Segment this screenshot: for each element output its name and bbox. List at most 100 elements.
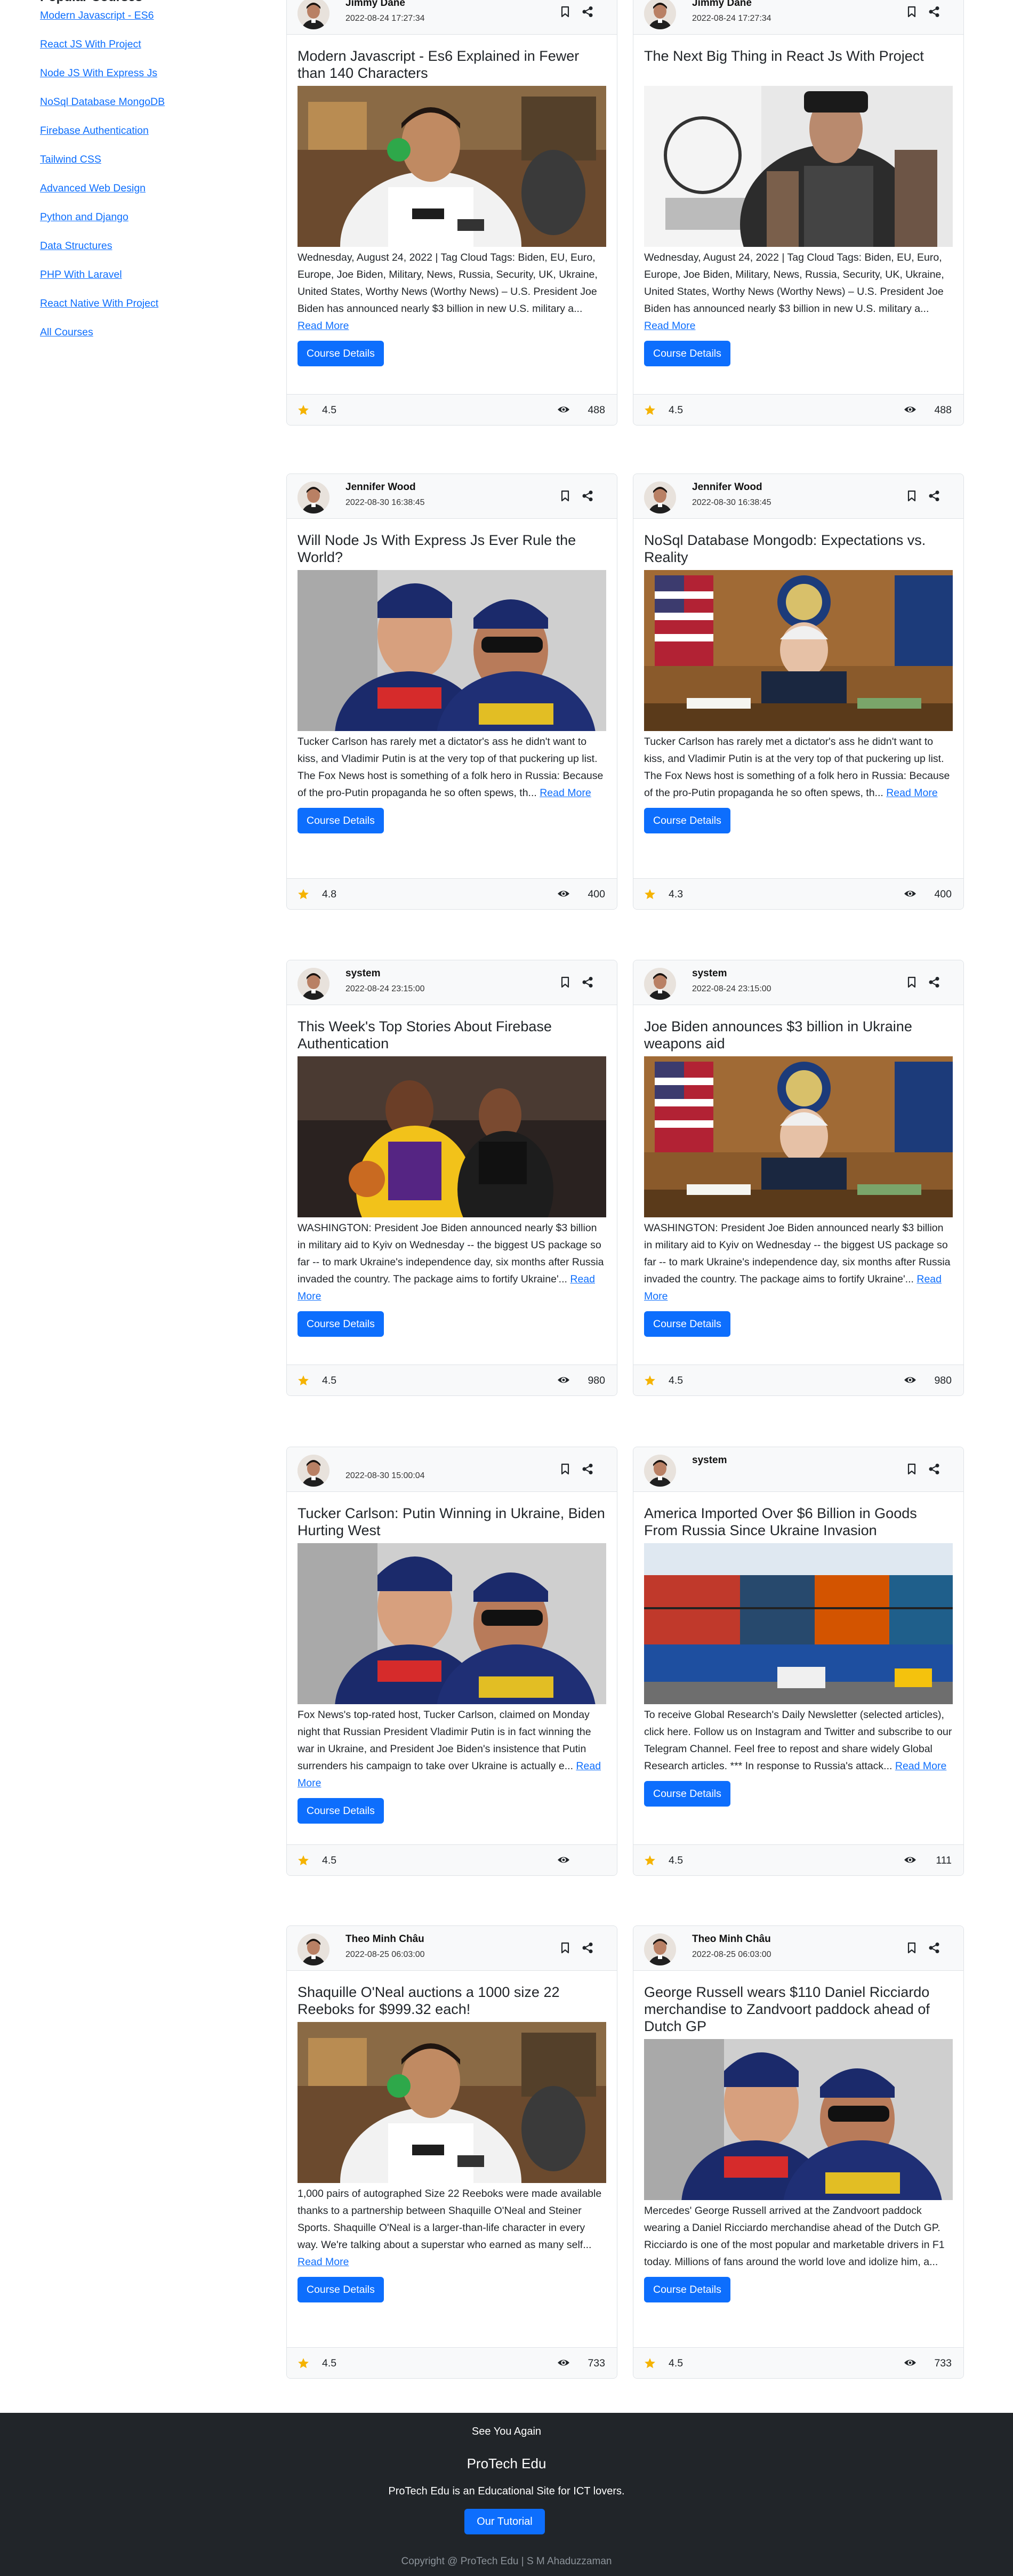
footer-copyright: Copyright @ ProTech Edu | S M Ahaduzzama… (401, 2556, 612, 2567)
read-more-link[interactable]: Read More (540, 787, 591, 799)
sidebar-link-advanced-web-design[interactable]: Advanced Web Design (40, 179, 253, 208)
sidebar-link-modern-javascript[interactable]: Modern Javascript - ES6 (40, 6, 253, 35)
card-image (644, 86, 953, 247)
card-image (298, 1543, 606, 1704)
bookmark-icon[interactable] (903, 487, 921, 505)
author-avatar (298, 1933, 329, 1965)
course-details-button[interactable]: Course Details (644, 1781, 730, 1807)
post-date: 2022-08-30 15:00:04 (345, 1471, 425, 1480)
bookmark-icon[interactable] (556, 3, 574, 21)
share-icon[interactable] (925, 3, 943, 21)
course-details-button[interactable]: Course Details (298, 2277, 384, 2302)
sidebar-link-node-js[interactable]: Node JS With Express Js (40, 64, 253, 93)
sidebar-link-tailwind-css[interactable]: Tailwind CSS (40, 150, 253, 179)
course-card: 2022-08-30 15:00:04 Tucker Carlson: Puti… (286, 1447, 617, 1876)
excerpt-text: WASHINGTON: President Joe Biden announce… (298, 1222, 604, 1285)
author-name: Theo Minh Châu (345, 1933, 424, 1945)
read-more-link[interactable]: Read More (298, 2256, 349, 2268)
author-name: Jennifer Wood (692, 482, 762, 493)
bookmark-icon[interactable] (903, 1939, 921, 1957)
course-card: system 2022-08-24 23:15:00 Joe Biden ann… (633, 960, 964, 1396)
author-avatar (644, 1933, 676, 1965)
card-body: NoSql Database Mongodb: Expectations vs.… (633, 532, 963, 833)
bookmark-icon[interactable] (556, 1460, 574, 1478)
bookmark-icon[interactable] (903, 3, 921, 21)
read-more-link[interactable]: Read More (886, 787, 937, 799)
author-avatar (298, 482, 329, 513)
star-icon (644, 404, 656, 419)
rating-value: 4.5 (669, 2357, 684, 2369)
card-excerpt: Mercedes' George Russell arrived at the … (644, 2202, 953, 2270)
share-icon[interactable] (578, 487, 597, 505)
card-header: 2022-08-30 15:00:04 (287, 1447, 617, 1492)
card-image (298, 2022, 606, 2183)
card-footer: 4.5 488 (633, 394, 963, 425)
post-date: 2022-08-24 23:15:00 (345, 984, 425, 993)
card-header: Jimmy Dane 2022-08-24 17:27:34 (287, 0, 617, 35)
sidebar-link-python-django[interactable]: Python and Django (40, 208, 253, 237)
course-card: system 2022-08-24 23:15:00 This Week's T… (286, 960, 617, 1396)
sidebar-link-firebase-auth[interactable]: Firebase Authentication (40, 122, 253, 150)
card-title: Joe Biden announces $3 billion in Ukrain… (644, 1018, 912, 1052)
share-icon[interactable] (925, 1939, 943, 1957)
rating-value: 4.3 (669, 888, 684, 900)
share-icon[interactable] (578, 973, 597, 991)
author-avatar (298, 1455, 329, 1487)
view-count: 400 (934, 888, 952, 900)
eye-icon (904, 1375, 916, 1388)
course-details-button[interactable]: Course Details (298, 341, 384, 366)
sidebar-link-nosql-mongodb[interactable]: NoSql Database MongoDB (40, 93, 253, 122)
view-count: 980 (934, 1375, 952, 1386)
course-card: Jimmy Dane 2022-08-24 17:27:34 The Next … (633, 0, 964, 426)
card-title: Shaquille O'Neal auctions a 1000 size 22… (298, 1984, 560, 2017)
share-icon[interactable] (578, 1939, 597, 1957)
sidebar-link-data-structures[interactable]: Data Structures (40, 237, 253, 266)
course-card: Jennifer Wood 2022-08-30 16:38:45 NoSql … (633, 474, 964, 910)
bookmark-icon[interactable] (556, 487, 574, 505)
author-avatar (298, 0, 329, 29)
our-tutorial-button[interactable]: Our Tutorial (464, 2509, 545, 2534)
card-excerpt: WASHINGTON: President Joe Biden announce… (298, 1219, 606, 1305)
course-details-button[interactable]: Course Details (644, 2277, 730, 2302)
share-icon[interactable] (925, 1460, 943, 1478)
course-details-button[interactable]: Course Details (644, 341, 730, 366)
share-icon[interactable] (578, 3, 597, 21)
sidebar-link-all-courses[interactable]: All Courses (40, 323, 253, 352)
author-name: Jimmy Dane (345, 0, 405, 9)
rating-value: 4.5 (322, 1375, 337, 1386)
sidebar-link-react-native[interactable]: React Native With Project (40, 294, 253, 323)
excerpt-text: Mercedes' George Russell arrived at the … (644, 2205, 945, 2268)
course-details-button[interactable]: Course Details (644, 1311, 730, 1337)
course-details-button[interactable]: Course Details (298, 808, 384, 833)
share-icon[interactable] (578, 1460, 597, 1478)
card-header: Jennifer Wood 2022-08-30 16:38:45 (287, 474, 617, 519)
eye-icon (904, 1855, 916, 1868)
share-icon[interactable] (925, 973, 943, 991)
eye-icon (557, 404, 570, 418)
popular-courses-sidebar: Popular Courses Modern Javascript - ES6 … (40, 0, 253, 352)
course-details-button[interactable]: Course Details (298, 1311, 384, 1337)
footer-brand: ProTech Edu (467, 2455, 546, 2471)
bookmark-icon[interactable] (903, 973, 921, 991)
post-date: 2022-08-30 16:38:45 (345, 498, 425, 507)
card-body: This Week's Top Stories About Firebase A… (287, 1018, 617, 1337)
course-details-button[interactable]: Course Details (298, 1798, 384, 1824)
sidebar-link-react-js[interactable]: React JS With Project (40, 35, 253, 64)
read-more-link[interactable]: Read More (298, 320, 349, 332)
star-icon (644, 1375, 656, 1389)
read-more-link[interactable]: Read More (895, 1760, 946, 1772)
bookmark-icon[interactable] (556, 1939, 574, 1957)
author-name: system (345, 968, 381, 979)
course-details-button[interactable]: Course Details (644, 808, 730, 833)
bookmark-icon[interactable] (556, 973, 574, 991)
post-date: 2022-08-24 23:15:00 (692, 984, 771, 993)
card-title: The Next Big Thing in React Js With Proj… (644, 48, 924, 64)
sidebar-link-php-laravel[interactable]: PHP With Laravel (40, 266, 253, 294)
share-icon[interactable] (925, 487, 943, 505)
read-more-link[interactable]: Read More (644, 320, 695, 332)
excerpt-text: 1,000 pairs of autographed Size 22 Reebo… (298, 2188, 602, 2251)
view-count: 733 (588, 2357, 605, 2369)
course-card: Jimmy Dane 2022-08-24 17:27:34 Modern Ja… (286, 0, 617, 426)
bookmark-icon[interactable] (903, 1460, 921, 1478)
view-count: 111 (936, 1855, 952, 1866)
